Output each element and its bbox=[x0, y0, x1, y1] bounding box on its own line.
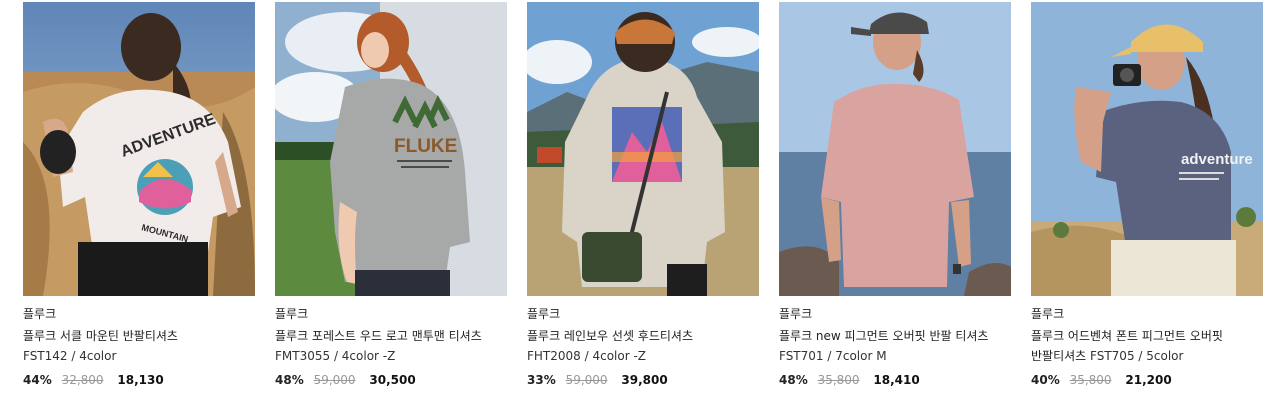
product-image[interactable]: adventure bbox=[1031, 2, 1263, 296]
original-price: 35,800 bbox=[817, 373, 860, 387]
product-code: FST701 / 7color M bbox=[779, 349, 887, 363]
product-title[interactable]: 플루크 포레스트 우드 로고 맨투맨 티셔츠 FMT3055 / 4color … bbox=[275, 326, 507, 366]
sale-price: 30,500 bbox=[369, 373, 416, 387]
product-brand[interactable]: 플루크 bbox=[1031, 307, 1263, 322]
product-title[interactable]: 플루크 레인보우 선셋 후드티셔츠 FHT2008 / 4color -Z bbox=[527, 326, 759, 366]
product-title[interactable]: 플루크 new 피그먼트 오버핏 반팔 티셔츠 FST701 / 7color … bbox=[779, 326, 1011, 366]
shirt-print-text: adventure bbox=[1181, 151, 1253, 168]
product-brand[interactable]: 플루크 bbox=[527, 307, 759, 322]
price-row: 44% 32,800 18,130 bbox=[23, 372, 164, 388]
original-price: 59,000 bbox=[313, 373, 356, 387]
product-brand[interactable]: 플루크 bbox=[275, 307, 507, 322]
product-brand[interactable]: 플루크 bbox=[23, 307, 255, 322]
product-name: 플루크 포레스트 우드 로고 맨투맨 티셔츠 bbox=[275, 329, 482, 343]
product-name: 플루크 new 피그먼트 오버핏 반팔 티셔츠 bbox=[779, 329, 989, 343]
discount-rate: 48% bbox=[275, 373, 304, 387]
shirt-print-text: FLUKE bbox=[394, 136, 457, 157]
product-card[interactable]: FLUKE 플루크 플루크 포레스트 우드 로고 맨투맨 티셔츠 FMT3055… bbox=[275, 2, 507, 387]
product-image[interactable]: ADVENTURE MOUNTAIN bbox=[23, 2, 255, 296]
sale-price: 39,800 bbox=[621, 373, 668, 387]
product-card[interactable]: ADVENTURE MOUNTAIN 플루크 플루크 서클 마운틴 반팔티셔츠 … bbox=[23, 2, 255, 387]
product-image[interactable] bbox=[527, 2, 759, 296]
model-hoodie-back-photo-icon bbox=[527, 2, 759, 296]
product-grid: ADVENTURE MOUNTAIN 플루크 플루크 서클 마운틴 반팔티셔츠 … bbox=[0, 0, 1264, 413]
product-name: 플루크 서클 마운틴 반팔티셔츠 bbox=[23, 329, 178, 343]
sale-price: 18,410 bbox=[873, 373, 920, 387]
model-white-tshirt-photo-icon: ADVENTURE MOUNTAIN bbox=[23, 2, 255, 296]
model-navy-tshirt-camera-photo-icon: adventure bbox=[1031, 2, 1263, 296]
price-row: 48% 35,800 18,410 bbox=[779, 372, 920, 388]
product-title[interactable]: 플루크 어드벤쳐 폰트 피그먼트 오버핏 반팔티셔츠 FST705 / 5col… bbox=[1031, 326, 1263, 366]
original-price: 59,000 bbox=[565, 373, 608, 387]
product-image[interactable]: FLUKE bbox=[275, 2, 507, 296]
product-card[interactable]: adventure 플루크 플루크 어드벤쳐 폰트 피그먼트 오버핏 반팔티셔츠… bbox=[1031, 2, 1263, 387]
original-price: 35,800 bbox=[1069, 373, 1112, 387]
product-card[interactable]: 플루크 플루크 레인보우 선셋 후드티셔츠 FHT2008 / 4color -… bbox=[527, 2, 759, 387]
price-row: 48% 59,000 30,500 bbox=[275, 372, 416, 388]
product-code: FST142 / 4color bbox=[23, 349, 117, 363]
product-code: FMT3055 / 4color -Z bbox=[275, 349, 396, 363]
sale-price: 21,200 bbox=[1125, 373, 1172, 387]
original-price: 32,800 bbox=[61, 373, 104, 387]
discount-rate: 33% bbox=[527, 373, 556, 387]
price-row: 40% 35,800 21,200 bbox=[1031, 372, 1172, 388]
product-image[interactable] bbox=[779, 2, 1011, 296]
discount-rate: 40% bbox=[1031, 373, 1060, 387]
product-code: FHT2008 / 4color -Z bbox=[527, 349, 647, 363]
product-name: 플루크 레인보우 선셋 후드티셔츠 bbox=[527, 329, 694, 343]
sale-price: 18,130 bbox=[117, 373, 164, 387]
product-card[interactable]: 플루크 플루크 new 피그먼트 오버핏 반팔 티셔츠 FST701 / 7co… bbox=[779, 2, 1011, 387]
product-code: FST705 / 5color bbox=[1090, 349, 1184, 363]
discount-rate: 44% bbox=[23, 373, 52, 387]
product-title[interactable]: 플루크 서클 마운틴 반팔티셔츠 FST142 / 4color bbox=[23, 326, 255, 366]
product-brand[interactable]: 플루크 bbox=[779, 307, 1011, 322]
price-row: 33% 59,000 39,800 bbox=[527, 372, 668, 388]
discount-rate: 48% bbox=[779, 373, 808, 387]
model-pink-tshirt-photo-icon bbox=[779, 2, 1011, 296]
model-grey-sweatshirt-photo-icon: FLUKE bbox=[275, 2, 507, 296]
